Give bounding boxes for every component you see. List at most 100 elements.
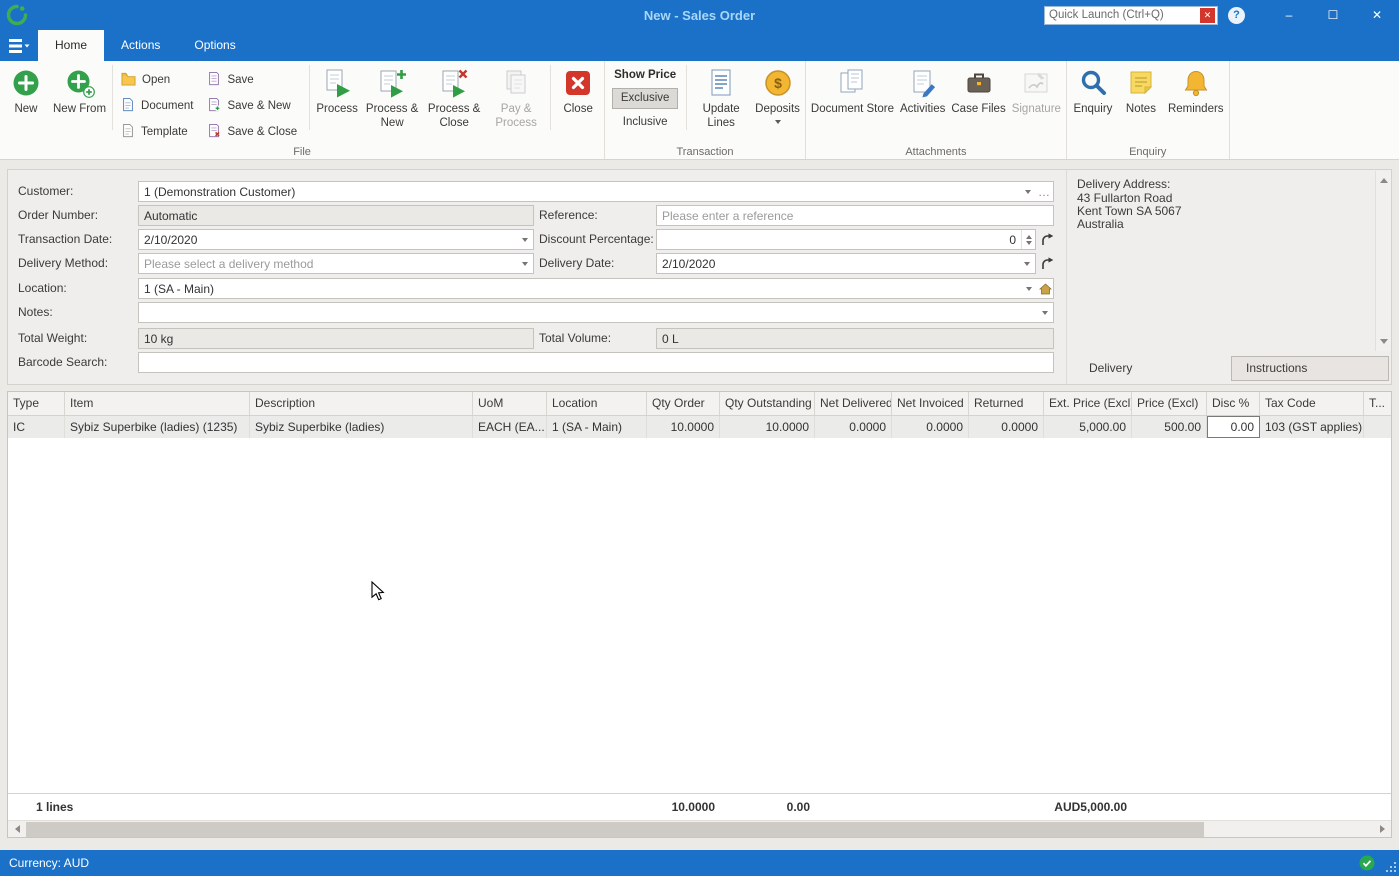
document-store-button[interactable]: Document Store bbox=[808, 62, 897, 145]
close-button[interactable]: Close bbox=[554, 62, 602, 145]
deposits-button[interactable]: $ Deposits bbox=[752, 62, 803, 145]
delivery-panel-scrollbar[interactable] bbox=[1375, 171, 1391, 351]
new-button[interactable]: New bbox=[2, 62, 50, 145]
delivery-date-field[interactable]: 2/10/2020 bbox=[656, 253, 1036, 274]
case-files-button[interactable]: Case Files bbox=[948, 62, 1008, 145]
scroll-up-icon[interactable] bbox=[1376, 172, 1391, 188]
cell-price[interactable]: 500.00 bbox=[1132, 416, 1207, 438]
column-header[interactable]: Qty Outstanding bbox=[720, 392, 815, 415]
discount-percentage-field[interactable] bbox=[656, 229, 1036, 250]
column-header[interactable]: Tax Code bbox=[1260, 392, 1364, 415]
open-button[interactable]: Open bbox=[116, 67, 202, 93]
tab-home[interactable]: Home bbox=[38, 30, 105, 61]
column-header[interactable]: Net Invoiced bbox=[892, 392, 969, 415]
location-dropdown-icon[interactable] bbox=[1021, 279, 1037, 298]
location-field[interactable]: 1 (SA - Main) bbox=[138, 278, 1054, 299]
column-header[interactable]: UoM bbox=[473, 392, 547, 415]
delivery-date-dropdown-icon[interactable] bbox=[1019, 254, 1035, 273]
location-home-icon[interactable] bbox=[1037, 279, 1053, 298]
cell-uom[interactable]: EACH (EA... bbox=[473, 416, 547, 438]
save-and-new-label: Save & New bbox=[227, 100, 291, 112]
customer-field[interactable]: 1 (Demonstration Customer) … bbox=[138, 181, 1054, 202]
enquiry-button[interactable]: Enquiry bbox=[1069, 62, 1117, 145]
reference-field[interactable] bbox=[656, 205, 1054, 226]
delivery-date-reset-icon[interactable] bbox=[1039, 253, 1055, 274]
notes-icon bbox=[1126, 66, 1156, 100]
customer-ellipsis-button[interactable]: … bbox=[1036, 182, 1053, 201]
cell-item[interactable]: Sybiz Superbike (ladies) (1235) bbox=[65, 416, 250, 438]
transaction-date-dropdown-icon[interactable] bbox=[517, 230, 533, 249]
column-header[interactable]: Type bbox=[8, 392, 65, 415]
activities-button[interactable]: Activities bbox=[897, 62, 948, 145]
quick-launch-input[interactable] bbox=[1045, 9, 1200, 21]
minimize-button[interactable]: – bbox=[1267, 0, 1311, 30]
cell-qty-order[interactable]: 10.0000 bbox=[647, 416, 720, 438]
discount-spinner[interactable] bbox=[1021, 230, 1035, 249]
app-menu-button[interactable] bbox=[0, 30, 38, 61]
process-button[interactable]: Process bbox=[313, 62, 361, 145]
new-from-button[interactable]: New From bbox=[50, 62, 109, 145]
notes-field[interactable] bbox=[138, 302, 1054, 323]
cell-ext-price[interactable]: 5,000.00 bbox=[1044, 416, 1132, 438]
column-header[interactable]: Qty Order bbox=[647, 392, 720, 415]
scrollbar-thumb[interactable] bbox=[26, 821, 1204, 837]
discount-percentage-input[interactable] bbox=[657, 232, 1021, 247]
maximize-button[interactable]: ☐ bbox=[1311, 0, 1355, 30]
cell-tax-code[interactable]: 103 (GST applies) bbox=[1260, 416, 1364, 438]
process-and-new-button[interactable]: Process & New bbox=[361, 62, 423, 145]
cell-net-invoiced[interactable]: 0.0000 bbox=[892, 416, 969, 438]
save-and-close-button[interactable]: Save & Close bbox=[202, 119, 306, 145]
save-button[interactable]: Save bbox=[202, 67, 306, 93]
delivery-method-field[interactable]: Please select a delivery method bbox=[138, 253, 534, 274]
help-button[interactable]: ? bbox=[1228, 6, 1245, 24]
grid-horizontal-scrollbar[interactable] bbox=[8, 820, 1391, 837]
column-header[interactable]: Price (Excl) bbox=[1132, 392, 1207, 415]
tab-actions[interactable]: Actions bbox=[104, 30, 177, 61]
quick-launch-box[interactable]: ✕ bbox=[1044, 5, 1218, 25]
transaction-date-field[interactable]: 2/10/2020 bbox=[138, 229, 534, 250]
resize-grip[interactable] bbox=[1385, 861, 1397, 873]
column-header[interactable]: Ext. Price (Excl) bbox=[1044, 392, 1132, 415]
scroll-right-icon[interactable] bbox=[1374, 821, 1391, 838]
column-header[interactable]: Disc % bbox=[1207, 392, 1260, 415]
cell-extra[interactable] bbox=[1364, 416, 1391, 438]
column-header[interactable]: Location bbox=[547, 392, 647, 415]
column-header[interactable]: Item bbox=[65, 392, 250, 415]
customer-dropdown-icon[interactable] bbox=[1020, 182, 1036, 201]
document-button[interactable]: Document bbox=[116, 93, 202, 119]
update-lines-button[interactable]: Update Lines bbox=[690, 62, 752, 145]
reference-input[interactable] bbox=[657, 208, 1053, 223]
barcode-search-field[interactable] bbox=[138, 352, 1054, 373]
cell-disc-percent[interactable]: 0.00 bbox=[1207, 416, 1260, 438]
barcode-search-input[interactable] bbox=[139, 355, 1053, 370]
column-header[interactable]: Net Delivered bbox=[815, 392, 892, 415]
column-header[interactable]: Description bbox=[250, 392, 473, 415]
notes-button[interactable]: Notes bbox=[1117, 62, 1165, 145]
tab-instructions[interactable]: Instructions bbox=[1231, 356, 1389, 381]
process-and-close-button[interactable]: Process & Close bbox=[423, 62, 485, 145]
column-header[interactable]: T... bbox=[1364, 392, 1391, 415]
discount-reset-icon[interactable] bbox=[1039, 229, 1055, 250]
close-window-button[interactable]: ✕ bbox=[1355, 0, 1399, 30]
cell-description[interactable]: Sybiz Superbike (ladies) bbox=[250, 416, 473, 438]
show-price-exclusive-option[interactable]: Exclusive bbox=[612, 88, 679, 109]
quick-launch-close-icon[interactable]: ✕ bbox=[1200, 7, 1215, 23]
delivery-method-dropdown-icon[interactable] bbox=[517, 254, 533, 273]
reminders-button[interactable]: Reminders bbox=[1165, 62, 1227, 145]
cell-qty-outstanding[interactable]: 10.0000 bbox=[720, 416, 815, 438]
cell-type[interactable]: IC bbox=[8, 416, 65, 438]
template-button[interactable]: Template bbox=[116, 119, 202, 145]
cell-net-delivered[interactable]: 0.0000 bbox=[815, 416, 892, 438]
show-price-inclusive-option[interactable]: Inclusive bbox=[612, 112, 678, 133]
grid-row-selected[interactable]: IC Sybiz Superbike (ladies) (1235) Sybiz… bbox=[8, 416, 1391, 438]
save-and-new-button[interactable]: Save & New bbox=[202, 93, 306, 119]
notes-dropdown-icon[interactable] bbox=[1037, 303, 1053, 322]
tab-delivery[interactable]: Delivery bbox=[1075, 356, 1231, 381]
column-header[interactable]: Returned bbox=[969, 392, 1044, 415]
tab-options[interactable]: Options bbox=[177, 30, 252, 61]
cell-returned[interactable]: 0.0000 bbox=[969, 416, 1044, 438]
titlebar-controls: ✕ ? – ☐ ✕ bbox=[1044, 0, 1399, 30]
cell-location[interactable]: 1 (SA - Main) bbox=[547, 416, 647, 438]
scroll-left-icon[interactable] bbox=[8, 821, 25, 838]
scroll-down-icon[interactable] bbox=[1376, 334, 1391, 350]
